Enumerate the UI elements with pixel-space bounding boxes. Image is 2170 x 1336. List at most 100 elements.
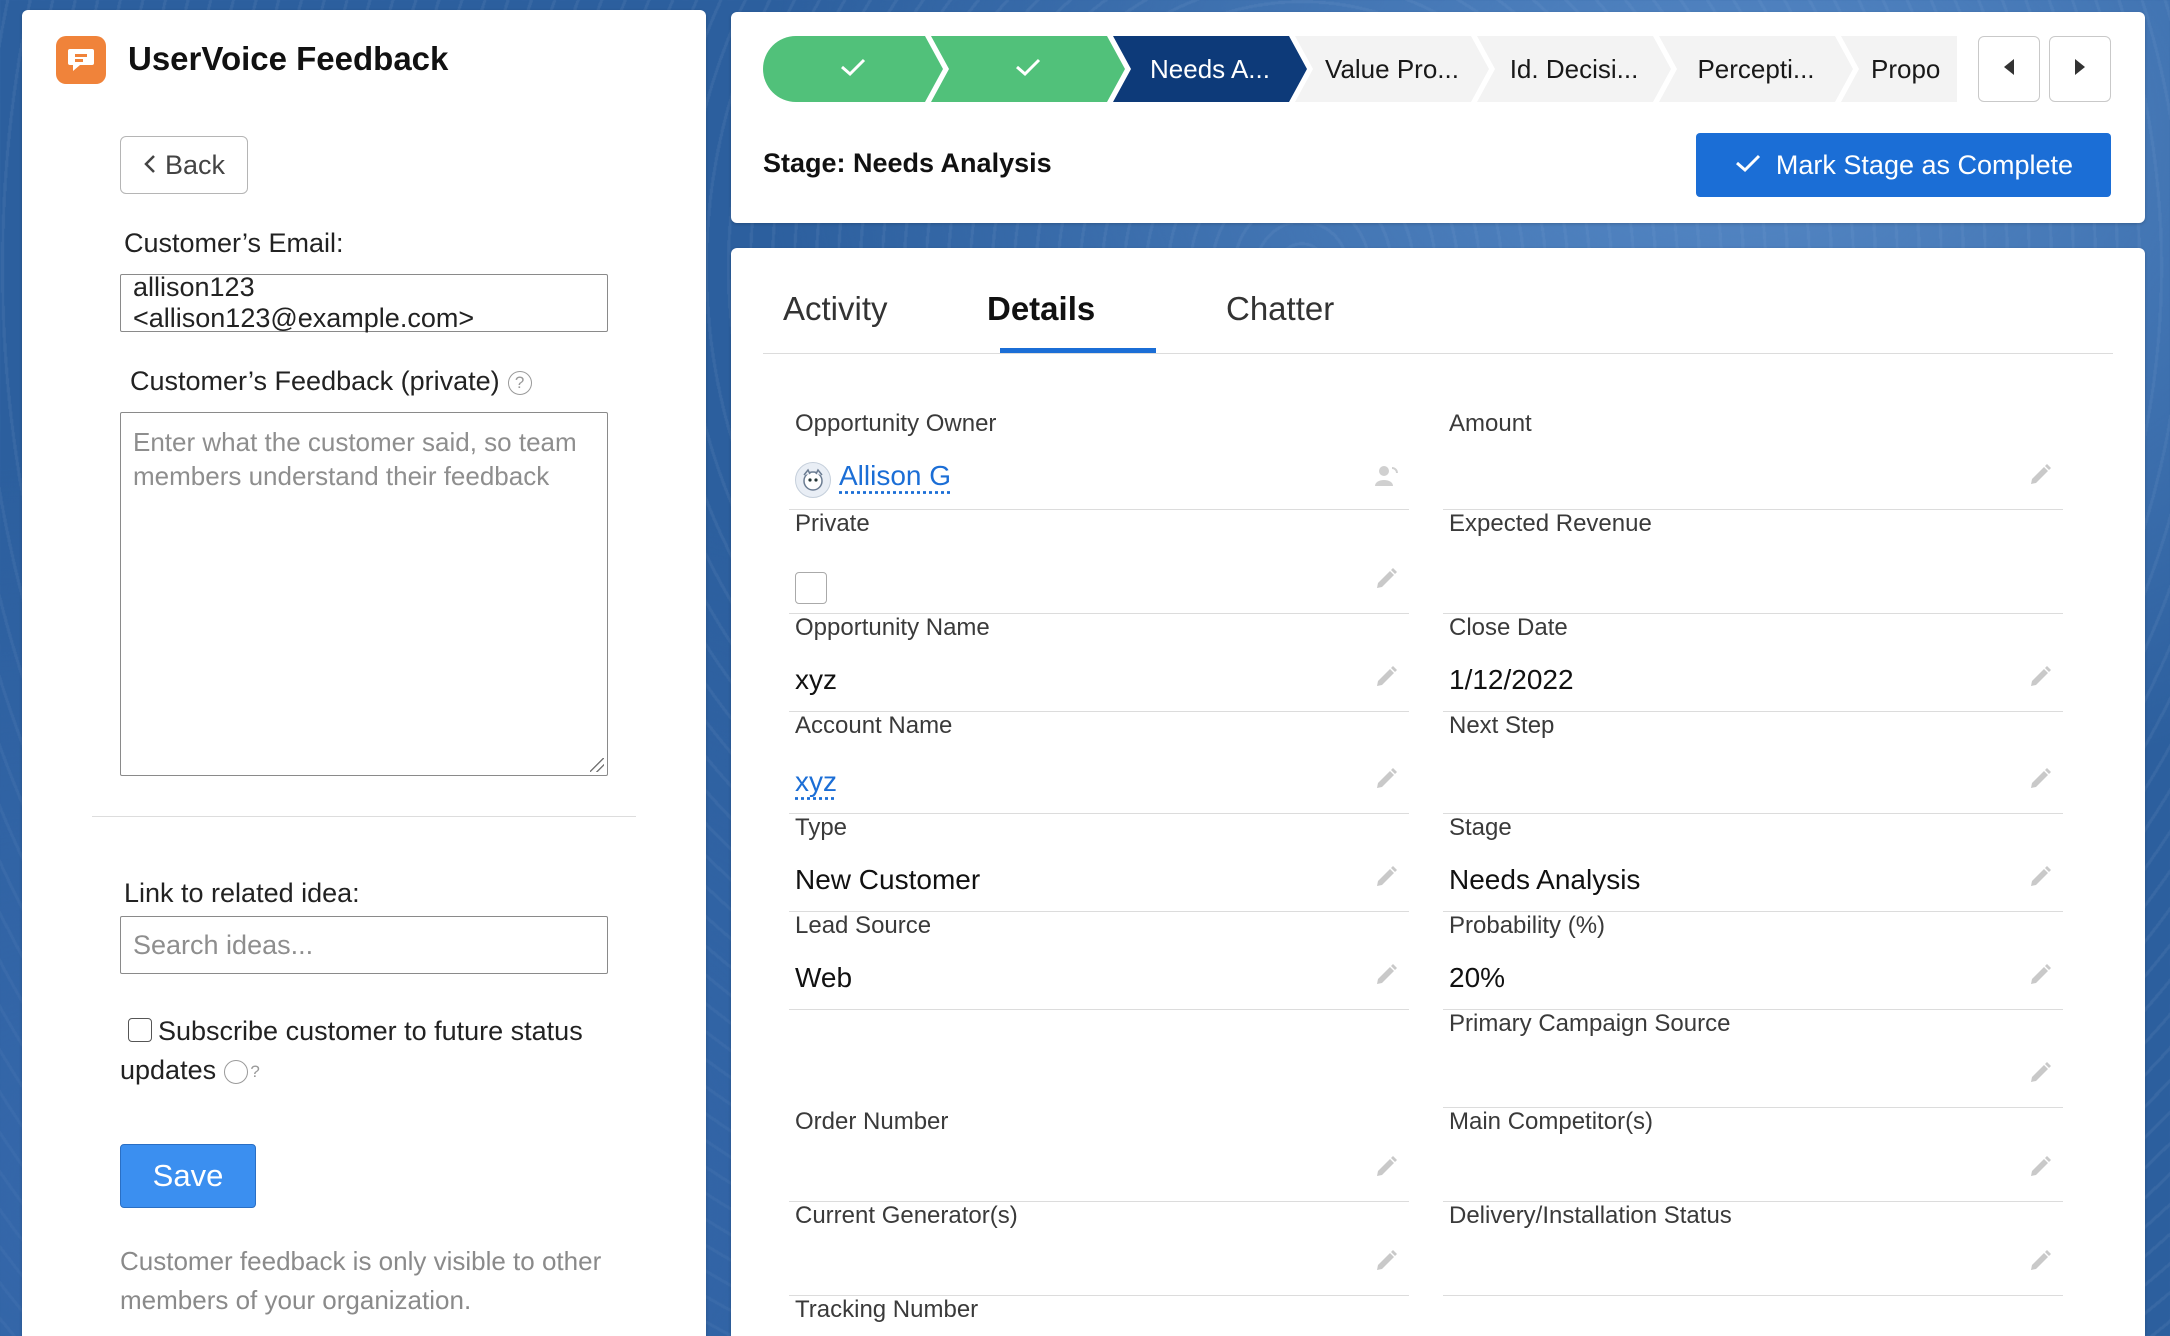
edit-pencil-icon[interactable] [2027,766,2053,792]
back-button-label: Back [164,149,226,180]
edit-pencil-icon[interactable] [2027,462,2053,488]
search-ideas-placeholder: Search ideas... [133,929,314,960]
check-icon [1734,150,1762,181]
field-label: Opportunity Owner [795,410,997,437]
field-value: xyz [795,664,837,695]
help-icon[interactable]: ? [224,1059,260,1084]
path-step-2[interactable] [931,36,1125,102]
email-field-value: allison123 <allison123@example.com> [133,272,475,333]
mark-stage-complete-button[interactable]: Mark Stage as Complete [1696,133,2111,197]
current-stage-label: Stage: Needs Analysis [763,148,1052,178]
field-label: Opportunity Name [795,614,990,641]
edit-pencil-icon[interactable] [1373,1248,1399,1274]
field-opportunity-owner: Opportunity Owner Allison G [789,410,1409,510]
path-step-proposal[interactable]: Propo [1841,36,1957,102]
owner-link[interactable]: Allison G [839,460,951,492]
path-step-1[interactable] [763,36,943,102]
sales-path: Needs A... Value Pro... Id. Decisi... Pe… [763,36,1957,102]
avatar [795,462,831,498]
path-step-value-proposition[interactable]: Value Pro... [1295,36,1489,102]
search-ideas-input[interactable]: Search ideas... [120,916,608,974]
field-private: Private [789,510,1409,614]
field-label: Order Number [795,1108,949,1135]
field-label: Private [795,510,870,537]
field-current-generator-s: Current Generator(s) [789,1202,1409,1296]
field-tracking-number: Tracking Number [789,1296,1409,1336]
account-link[interactable]: xyz [795,766,837,798]
edit-pencil-icon[interactable] [1373,664,1399,690]
tab-activity[interactable]: Activity [783,290,888,328]
back-button[interactable]: Back [120,136,248,194]
path-step-current[interactable]: Needs A... [1113,36,1307,102]
field-delivery-installation-status: Delivery/Installation Status [1443,1202,2063,1296]
field-primary-campaign-source: Primary Campaign Source [1443,1010,2063,1108]
field-lead-source: Lead Source Web [789,912,1409,1010]
field-order-number: Order Number [789,1108,1409,1202]
edit-pencil-icon[interactable] [2027,962,2053,988]
tab-chatter[interactable]: Chatter [1226,290,1334,328]
field-stage: Stage Needs Analysis [1443,814,2063,912]
path-step-id-decision[interactable]: Id. Decisi... [1477,36,1671,102]
field-blank [789,1010,1409,1108]
edit-pencil-icon[interactable] [1373,1154,1399,1180]
edit-pencil-icon[interactable] [2027,664,2053,690]
field-opportunity-name: Opportunity Name xyz [789,614,1409,712]
field-label: Stage [1449,814,1512,841]
caret-left-icon [2002,57,2016,82]
feedback-label: Customer’s Feedback (private)? [130,366,532,397]
field-value: 1/12/2022 [1449,664,1574,695]
field-label: Lead Source [795,912,932,939]
feedback-placeholder: Enter what the customer said, so team me… [133,427,577,491]
field-label: Primary Campaign Source [1449,1010,1731,1037]
subscribe-label: Subscribe customer to future status upda… [120,1012,640,1090]
mark-stage-complete-label: Mark Stage as Complete [1775,149,2074,180]
check-icon [1014,54,1042,85]
edit-pencil-icon[interactable] [1373,766,1399,792]
active-tab-indicator [1000,348,1156,353]
field-label: Type [795,814,848,841]
field-label: Amount [1449,410,1532,437]
tab-details[interactable]: Details [987,290,1095,328]
edit-pencil-icon[interactable] [1373,864,1399,890]
field-label: Expected Revenue [1449,510,1652,537]
path-step-perception[interactable]: Percepti... [1659,36,1853,102]
field-next-step: Next Step [1443,712,2063,814]
link-idea-label: Link to related idea: [124,878,360,908]
email-label: Customer’s Email: [124,228,344,258]
check-icon [839,54,867,85]
privacy-footnote: Customer feedback is only visible to oth… [120,1246,602,1315]
edit-pencil-icon[interactable] [2027,1060,2053,1086]
field-account-name: Account Name xyz [789,712,1409,814]
private-checkbox[interactable] [795,572,827,604]
field-label: Close Date [1449,614,1568,641]
uservoice-panel: UserVoice Feedback Back Customer’s Email… [22,10,706,1336]
resize-handle-icon[interactable] [590,758,604,772]
field-value: Needs Analysis [1449,864,1641,895]
field-value: Web [795,962,853,993]
field-label: Current Generator(s) [795,1202,1018,1229]
edit-pencil-icon[interactable] [2027,864,2053,890]
record-details-card: Activity Details Chatter Opportunity Own… [731,248,2145,1336]
path-next-button[interactable] [2049,36,2111,102]
change-owner-icon[interactable] [1373,462,1399,488]
caret-right-icon [2073,57,2087,82]
field-label: Tracking Number [795,1296,979,1323]
field-label: Next Step [1449,712,1555,739]
save-button[interactable]: Save [120,1144,256,1208]
edit-pencil-icon[interactable] [1373,962,1399,988]
email-field[interactable]: allison123 <allison123@example.com> [120,272,608,333]
uservoice-logo-icon [56,36,106,84]
field-main-competitor-s: Main Competitor(s) [1443,1108,2063,1202]
field-label: Main Competitor(s) [1449,1108,1654,1135]
app-title: UserVoice Feedback [128,40,449,77]
edit-pencil-icon[interactable] [2027,1248,2053,1274]
field-expected-revenue: Expected Revenue [1443,510,2063,614]
feedback-label-text: Customer’s Feedback (private) [130,366,500,396]
subscribe-label-text: Subscribe customer to future status upda… [120,1016,583,1085]
feedback-textarea[interactable]: Enter what the customer said, so team me… [120,412,608,776]
record-tabs: Activity Details Chatter [763,248,2113,354]
edit-pencil-icon[interactable] [2027,1154,2053,1180]
path-prev-button[interactable] [1978,36,2040,102]
help-icon[interactable]: ? [507,370,532,395]
edit-pencil-icon[interactable] [1373,566,1399,592]
